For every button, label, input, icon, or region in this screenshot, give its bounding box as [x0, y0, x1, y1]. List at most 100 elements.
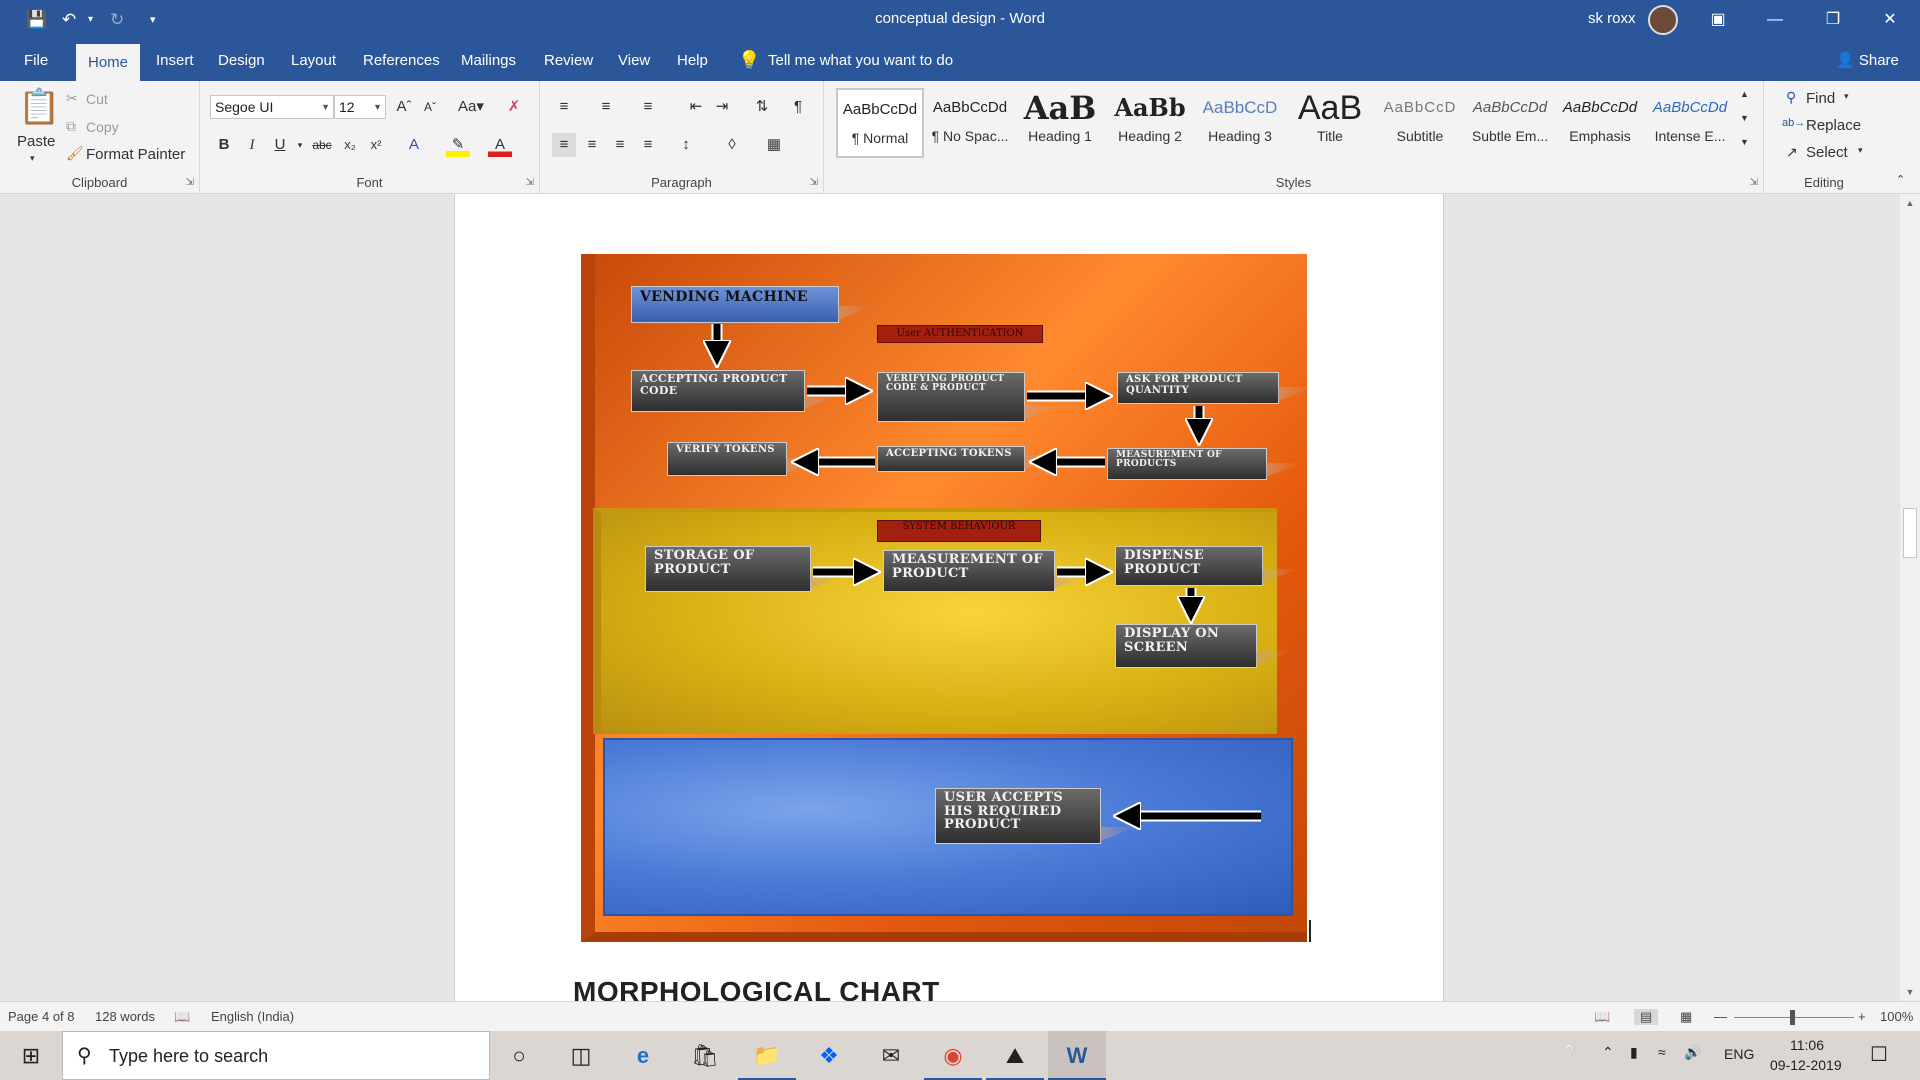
word-taskbar-icon[interactable]: W: [1048, 1031, 1106, 1080]
font-name-combo[interactable]: Segoe UI ▼: [210, 95, 334, 119]
minimize-icon[interactable]: —: [1747, 0, 1803, 40]
style-heading-1[interactable]: AaB Heading 1: [1016, 88, 1104, 158]
zoom-out-icon[interactable]: —: [1714, 1009, 1727, 1024]
read-mode-icon[interactable]: 📖: [1594, 1009, 1610, 1025]
avatar[interactable]: [1648, 5, 1678, 35]
style-no-spacing[interactable]: AaBbCcDd ¶ No Spac...: [926, 88, 1014, 158]
clear-formatting-icon[interactable]: ✗: [502, 95, 526, 119]
replace-button[interactable]: Replace: [1806, 117, 1861, 134]
style-emphasis[interactable]: AaBbCcDd Emphasis: [1556, 88, 1644, 158]
ribbon-display-options-icon[interactable]: ▣: [1690, 0, 1746, 40]
close-icon[interactable]: ✕: [1862, 0, 1918, 40]
start-icon[interactable]: ⊞: [2, 1031, 60, 1080]
scroll-down-icon[interactable]: ▼: [1900, 987, 1920, 997]
line-spacing-icon[interactable]: ↕: [674, 133, 698, 157]
superscript-icon[interactable]: x²: [364, 133, 388, 157]
numbering-icon[interactable]: ≡: [594, 95, 618, 119]
cut-button[interactable]: Cut: [86, 91, 108, 107]
clock-date[interactable]: 09-12-2019: [1770, 1057, 1842, 1073]
scroll-up-icon[interactable]: ▲: [1900, 198, 1920, 208]
align-center-icon[interactable]: ≡: [580, 133, 604, 157]
proofing-icon[interactable]: 📖: [174, 1009, 190, 1025]
style-heading-3[interactable]: AaBbCcD Heading 3: [1196, 88, 1284, 158]
bullets-icon[interactable]: ≡: [552, 95, 576, 119]
user-name[interactable]: sk roxx: [1588, 10, 1636, 27]
mail-icon[interactable]: ✉: [862, 1031, 920, 1080]
cortana-icon[interactable]: ○: [490, 1031, 548, 1080]
web-layout-icon[interactable]: ▦: [1680, 1009, 1692, 1025]
paste-dropdown-icon[interactable]: ▾: [30, 153, 35, 164]
paragraph-launcher-icon[interactable]: ⇲: [810, 177, 818, 188]
strikethrough-icon[interactable]: abc: [310, 133, 334, 157]
photos-icon[interactable]: ⛰: [986, 1031, 1044, 1080]
text-effects-icon[interactable]: A: [402, 133, 426, 157]
zoom-slider-thumb[interactable]: [1790, 1010, 1795, 1025]
font-size-combo[interactable]: 12 ▼: [334, 95, 386, 119]
print-layout-icon[interactable]: ▤: [1634, 1009, 1659, 1025]
font-launcher-icon[interactable]: ⇲: [526, 177, 534, 188]
document-page[interactable]: VENDING MACHINE User AUTHENTICATION SYST…: [454, 194, 1444, 1001]
styles-launcher-icon[interactable]: ⇲: [1750, 177, 1758, 188]
chrome-icon[interactable]: ◉: [924, 1031, 982, 1080]
share-button[interactable]: 👤 Share: [1836, 40, 1899, 81]
tab-references[interactable]: References: [363, 40, 440, 81]
wifi-icon[interactable]: ≈: [1658, 1044, 1666, 1060]
find-dropdown-icon[interactable]: ▾: [1844, 91, 1849, 102]
help-icon[interactable]: ❔: [1562, 1044, 1579, 1061]
format-painter-button[interactable]: Format Painter: [86, 146, 185, 163]
copy-button[interactable]: Copy: [86, 119, 119, 135]
file-explorer-icon[interactable]: 📁: [738, 1031, 796, 1080]
styles-scroll-up-icon[interactable]: ▲: [1740, 89, 1749, 99]
task-view-icon[interactable]: ◫: [552, 1031, 610, 1080]
volume-icon[interactable]: 🔊: [1684, 1044, 1701, 1061]
show-hidden-icons-icon[interactable]: ⌃: [1602, 1044, 1614, 1061]
page-count[interactable]: Page 4 of 8: [8, 1009, 75, 1024]
styles-more-icon[interactable]: ▼: [1740, 137, 1749, 147]
taskbar-search[interactable]: ⚲ Type here to search: [62, 1031, 490, 1080]
multilevel-list-icon[interactable]: ≡: [636, 95, 660, 119]
tab-help[interactable]: Help: [677, 40, 708, 81]
tab-mailings[interactable]: Mailings: [461, 40, 516, 81]
show-marks-icon[interactable]: ¶: [786, 95, 810, 119]
dropbox-icon[interactable]: ❖: [800, 1031, 858, 1080]
zoom-in-icon[interactable]: +: [1858, 1009, 1866, 1024]
scroll-thumb[interactable]: [1903, 508, 1917, 558]
vending-machine-diagram[interactable]: VENDING MACHINE User AUTHENTICATION SYST…: [581, 254, 1307, 942]
tab-layout[interactable]: Layout: [291, 40, 336, 81]
style-title[interactable]: AaB Title: [1286, 88, 1374, 158]
styles-scroll-down-icon[interactable]: ▼: [1740, 113, 1749, 123]
font-color-icon[interactable]: A: [488, 133, 512, 157]
find-button[interactable]: Find: [1806, 90, 1835, 107]
change-case-icon[interactable]: Aa▾: [454, 95, 488, 119]
highlight-icon[interactable]: ✎: [446, 133, 470, 157]
underline-dropdown-icon[interactable]: ▾: [288, 133, 312, 157]
italic-icon[interactable]: I: [240, 133, 264, 157]
vertical-scrollbar[interactable]: ▲ ▼: [1900, 194, 1920, 1001]
style-subtitle[interactable]: AaBbCcD Subtitle: [1376, 88, 1464, 158]
language-indicator[interactable]: English (India): [211, 1009, 294, 1024]
restore-icon[interactable]: ❐: [1805, 0, 1861, 40]
clipboard-launcher-icon[interactable]: ⇲: [186, 177, 194, 188]
paste-button[interactable]: Paste: [17, 133, 55, 150]
select-button[interactable]: Select: [1806, 144, 1848, 161]
grow-font-icon[interactable]: Aˆ: [392, 95, 416, 119]
style-intense-emphasis[interactable]: AaBbCcDd Intense E...: [1646, 88, 1734, 158]
shading-icon[interactable]: ◊: [720, 133, 744, 157]
tab-design[interactable]: Design: [218, 40, 265, 81]
word-count[interactable]: 128 words: [95, 1009, 155, 1024]
tell-me-search[interactable]: Tell me what you want to do: [768, 40, 953, 81]
decrease-indent-icon[interactable]: ⇤: [684, 95, 708, 119]
battery-icon[interactable]: ▮: [1630, 1044, 1638, 1061]
tab-insert[interactable]: Insert: [156, 40, 194, 81]
paste-icon[interactable]: 📋: [18, 87, 60, 127]
shrink-font-icon[interactable]: Aˇ: [418, 95, 442, 119]
style-heading-2[interactable]: AaBb Heading 2: [1106, 88, 1194, 158]
tab-view[interactable]: View: [618, 40, 650, 81]
style-subtle-emphasis[interactable]: AaBbCcDd Subtle Em...: [1466, 88, 1554, 158]
store-icon[interactable]: 🛍: [676, 1031, 734, 1080]
style-normal[interactable]: AaBbCcDd ¶ Normal: [836, 88, 924, 158]
increase-indent-icon[interactable]: ⇥: [710, 95, 734, 119]
notifications-icon[interactable]: ☐: [1870, 1042, 1888, 1067]
clock-time[interactable]: 11:06: [1790, 1037, 1824, 1053]
zoom-level[interactable]: 100%: [1880, 1009, 1913, 1024]
